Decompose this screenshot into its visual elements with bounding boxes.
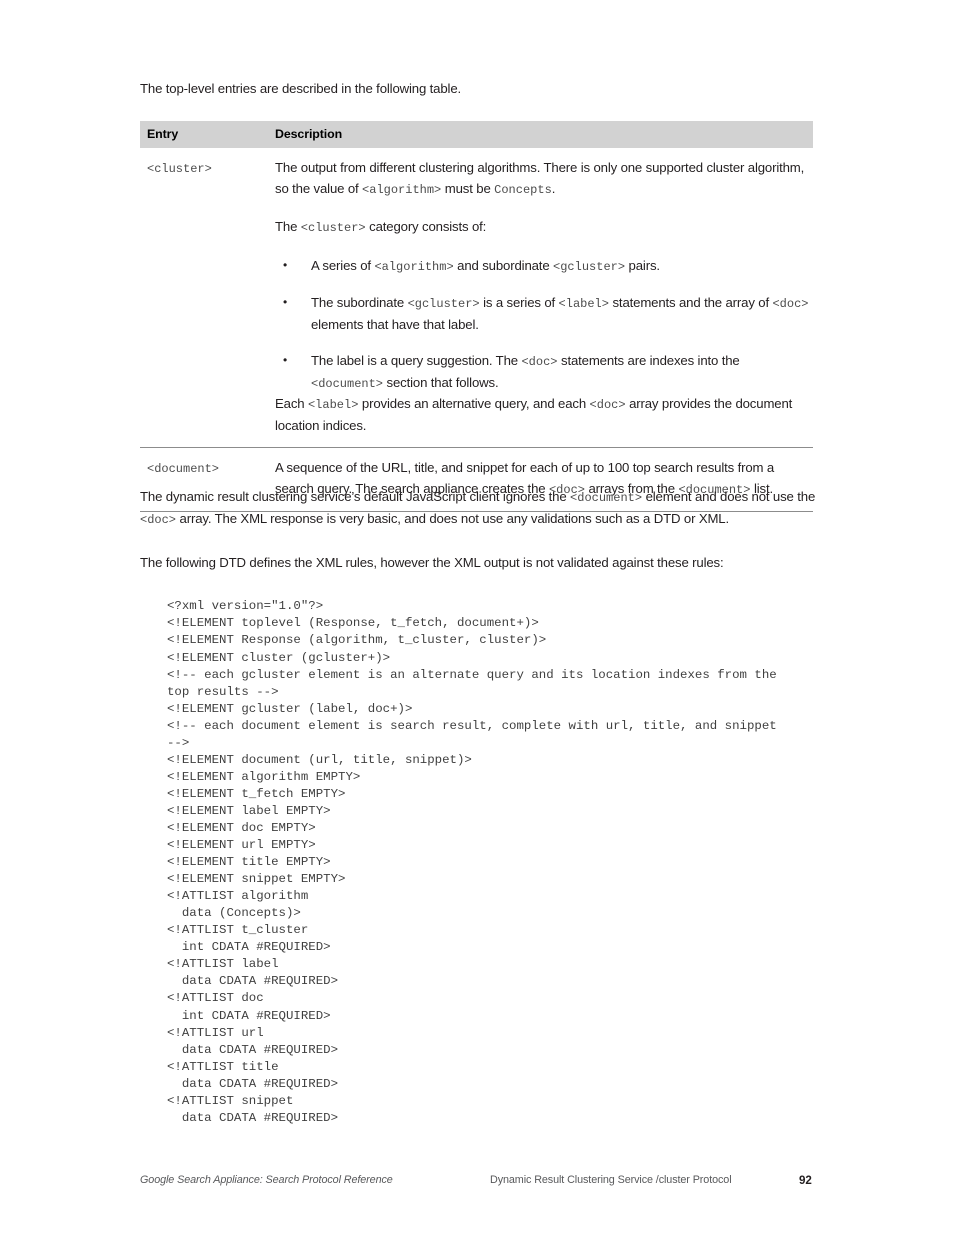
footer-document-title: Google Search Appliance: Search Protocol… (140, 1174, 393, 1186)
entry-cluster-code: <cluster> (147, 162, 212, 176)
inline-code-doc: <doc> (140, 512, 177, 527)
intro-paragraph: The top-level entries are described in t… (140, 81, 462, 96)
inline-code-gcluster: <gcluster> (553, 259, 626, 274)
description-paragraph: The <cluster> category consists of: (275, 219, 487, 235)
list-item: The subordinate <gcluster> is a series o… (275, 292, 809, 335)
inline-code-concepts: Concepts (494, 182, 552, 197)
paragraph-dtd-intro: The following DTD defines the XML rules,… (140, 555, 724, 570)
description-bullet-list: A series of <algorithm> and subordinate … (275, 255, 809, 395)
column-header-description: Description (265, 121, 813, 148)
column-header-entry: Entry (140, 121, 265, 148)
description-paragraph: The output from different clustering alg… (275, 160, 805, 197)
footer-page-number: 92 (799, 1174, 812, 1187)
table-header-row: Entry Description (140, 121, 813, 148)
inline-code-algorithm: <algorithm> (374, 259, 454, 274)
inline-code-label: <label> (307, 398, 359, 412)
inline-code-gcluster: <gcluster> (407, 297, 480, 311)
entry-document-code: <document> (147, 462, 220, 476)
table-row: <cluster> The output from different clus… (140, 148, 813, 448)
paragraph-javascript-client: The dynamic result clustering service’s … (140, 489, 816, 527)
inline-code-document: <document> (570, 491, 643, 505)
inline-code-label: <label> (558, 297, 609, 311)
footer-section-title: Dynamic Result Clustering Service /clust… (490, 1174, 732, 1186)
description-paragraph: Each <label> provides an alternative que… (275, 396, 793, 433)
inline-code-doc: <doc> (589, 398, 626, 412)
list-item: The label is a query suggestion. The <do… (275, 350, 809, 394)
inline-code-doc: <doc> (772, 297, 809, 311)
row-description: The output from different clustering alg… (265, 148, 813, 448)
list-item: A series of <algorithm> and subordinate … (275, 255, 809, 278)
inline-code-algorithm: <algorithm> (362, 182, 442, 197)
row-entry-name: <cluster> (140, 148, 265, 448)
inline-code-cluster: <cluster> (300, 221, 366, 235)
document-page: The top-level entries are described in t… (0, 0, 954, 1235)
top-level-entries-table: Entry Description <cluster> The output f… (140, 121, 813, 512)
inline-code-document: <document> (311, 376, 384, 391)
inline-code-doc: <doc> (521, 355, 558, 369)
dtd-code-block: <?xml version="1.0"?> <!ELEMENT toplevel… (167, 599, 777, 1125)
